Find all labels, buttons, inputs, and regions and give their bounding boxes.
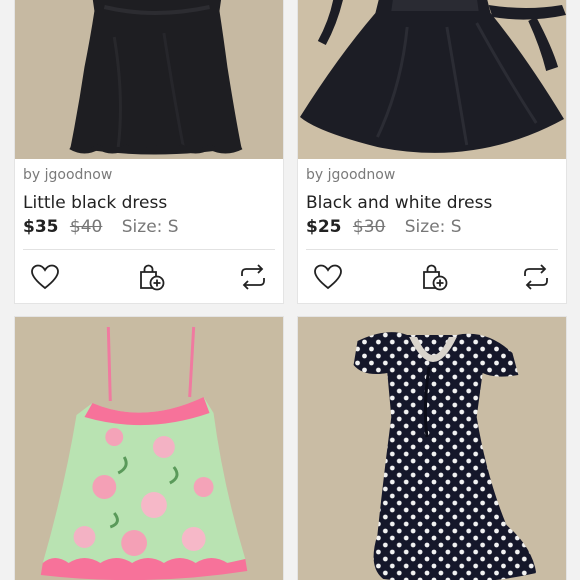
dress-photo-black-white <box>298 0 566 159</box>
price-row: $25 $30 Size: S <box>306 217 462 237</box>
divider <box>306 249 558 250</box>
listing-card[interactable] <box>14 316 284 580</box>
seller-name[interactable]: by jgoodnow <box>23 167 112 183</box>
listing-info: by jgoodnow Black and white dress $25 $3… <box>298 159 566 303</box>
listing-title[interactable]: Little black dress <box>23 193 167 213</box>
listing-photo[interactable] <box>298 0 566 159</box>
price: $25 <box>306 217 342 237</box>
listing-grid: by jgoodnow Little black dress $35 $40 S… <box>0 0 580 580</box>
listing-card[interactable]: by jgoodnow Black and white dress $25 $3… <box>297 0 567 304</box>
listing-title[interactable]: Black and white dress <box>306 193 492 213</box>
listing-photo[interactable] <box>298 317 566 580</box>
listing-photo[interactable] <box>15 317 283 580</box>
listing-card[interactable] <box>297 316 567 580</box>
bundle-bag-icon[interactable] <box>135 261 167 293</box>
bundle-bag-icon[interactable] <box>418 261 450 293</box>
heart-icon[interactable] <box>29 261 61 293</box>
size-label: Size: S <box>121 217 179 237</box>
original-price: $40 <box>69 217 103 237</box>
price-row: $35 $40 Size: S <box>23 217 179 237</box>
listing-card[interactable]: by jgoodnow Little black dress $35 $40 S… <box>14 0 284 304</box>
share-icon[interactable] <box>520 261 552 293</box>
share-icon[interactable] <box>237 261 269 293</box>
dress-photo-black <box>15 0 283 159</box>
dress-photo-floral <box>15 317 283 580</box>
dress-photo-polka-dot <box>298 317 566 580</box>
action-bar <box>15 251 283 301</box>
heart-icon[interactable] <box>312 261 344 293</box>
listing-info: by jgoodnow Little black dress $35 $40 S… <box>15 159 283 303</box>
action-bar <box>298 251 566 301</box>
divider <box>23 249 275 250</box>
listing-photo[interactable] <box>15 0 283 159</box>
price: $35 <box>23 217 59 237</box>
size-label: Size: S <box>404 217 462 237</box>
seller-name[interactable]: by jgoodnow <box>306 167 395 183</box>
original-price: $30 <box>352 217 386 237</box>
